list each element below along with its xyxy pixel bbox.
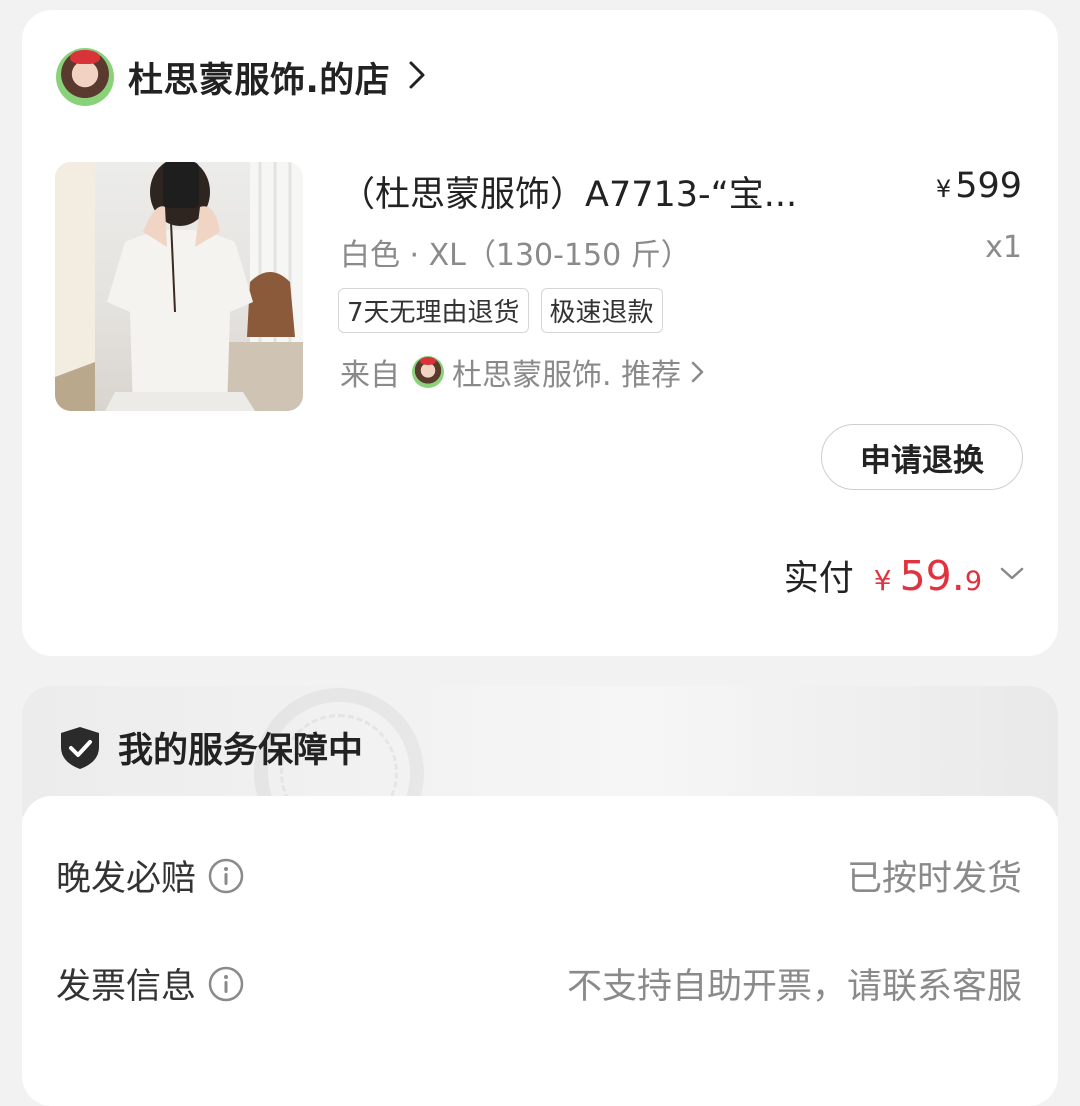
price-value: 599 (955, 166, 1022, 206)
price-symbol: ¥ (935, 175, 952, 203)
row-label: 发票信息 (56, 967, 197, 1007)
paid-amount[interactable]: 实付 ¥ 59. 9 (784, 550, 1024, 601)
source-avatar (412, 356, 444, 388)
product-spec: 白色 · XL（130-150 斤） (340, 238, 691, 273)
paid-label: 实付 (783, 559, 854, 599)
service-card: 我的服务保障中 晚发必赔 已按时发货 发票信息 不支持自助开票，请联系客服 (22, 686, 1058, 1106)
tag-fast-refund: 极速退款 (540, 288, 663, 333)
paid-symbol: ¥ (873, 564, 892, 597)
service-row-invoice[interactable]: 发票信息 不支持自助开票，请联系客服 (56, 958, 1022, 1009)
apply-return-button[interactable]: 申请退换 (821, 424, 1023, 490)
service-body: 晚发必赔 已按时发货 发票信息 不支持自助开票，请联系客服 (22, 796, 1058, 1106)
tag-seven-day-return: 7天无理由退货 (338, 288, 529, 333)
order-card: 杜思蒙服饰.的店 （杜思蒙服饰）A7713-“宝... ¥599 白色 · XL… (22, 10, 1058, 656)
product-image[interactable] (55, 162, 303, 411)
row-value: 不支持自助开票，请联系客服 (566, 967, 1022, 1007)
product-title[interactable]: （杜思蒙服饰）A7713-“宝... (340, 166, 900, 217)
shop-avatar (56, 48, 114, 106)
info-icon[interactable] (208, 966, 244, 1002)
product-source[interactable]: 来自 杜思蒙服饰. 推荐 (340, 350, 705, 394)
product-tags: 7天无理由退货 极速退款 (338, 288, 663, 333)
source-prefix: 来自 (340, 358, 400, 393)
product-price: ¥599 (936, 166, 1022, 206)
paid-amount-integer: 59. (899, 552, 965, 600)
shop-name: 杜思蒙服饰.的店 (128, 60, 391, 101)
chevron-right-icon (691, 360, 705, 384)
shield-check-icon (58, 725, 102, 771)
shop-header[interactable]: 杜思蒙服饰.的店 (56, 48, 426, 106)
row-value: 已按时发货 (846, 859, 1022, 899)
paid-amount-decimal: 9 (964, 566, 982, 597)
service-header: 我的服务保障中 (58, 722, 363, 773)
service-title: 我的服务保障中 (118, 731, 364, 771)
chevron-right-icon (408, 60, 426, 94)
info-icon[interactable] (208, 858, 244, 894)
chevron-down-icon (1000, 566, 1024, 585)
service-row-late-delivery[interactable]: 晚发必赔 已按时发货 (56, 850, 1022, 901)
product-quantity: x1 (985, 230, 1022, 265)
row-label: 晚发必赔 (56, 859, 197, 899)
source-name: 杜思蒙服饰. 推荐 (452, 358, 682, 393)
